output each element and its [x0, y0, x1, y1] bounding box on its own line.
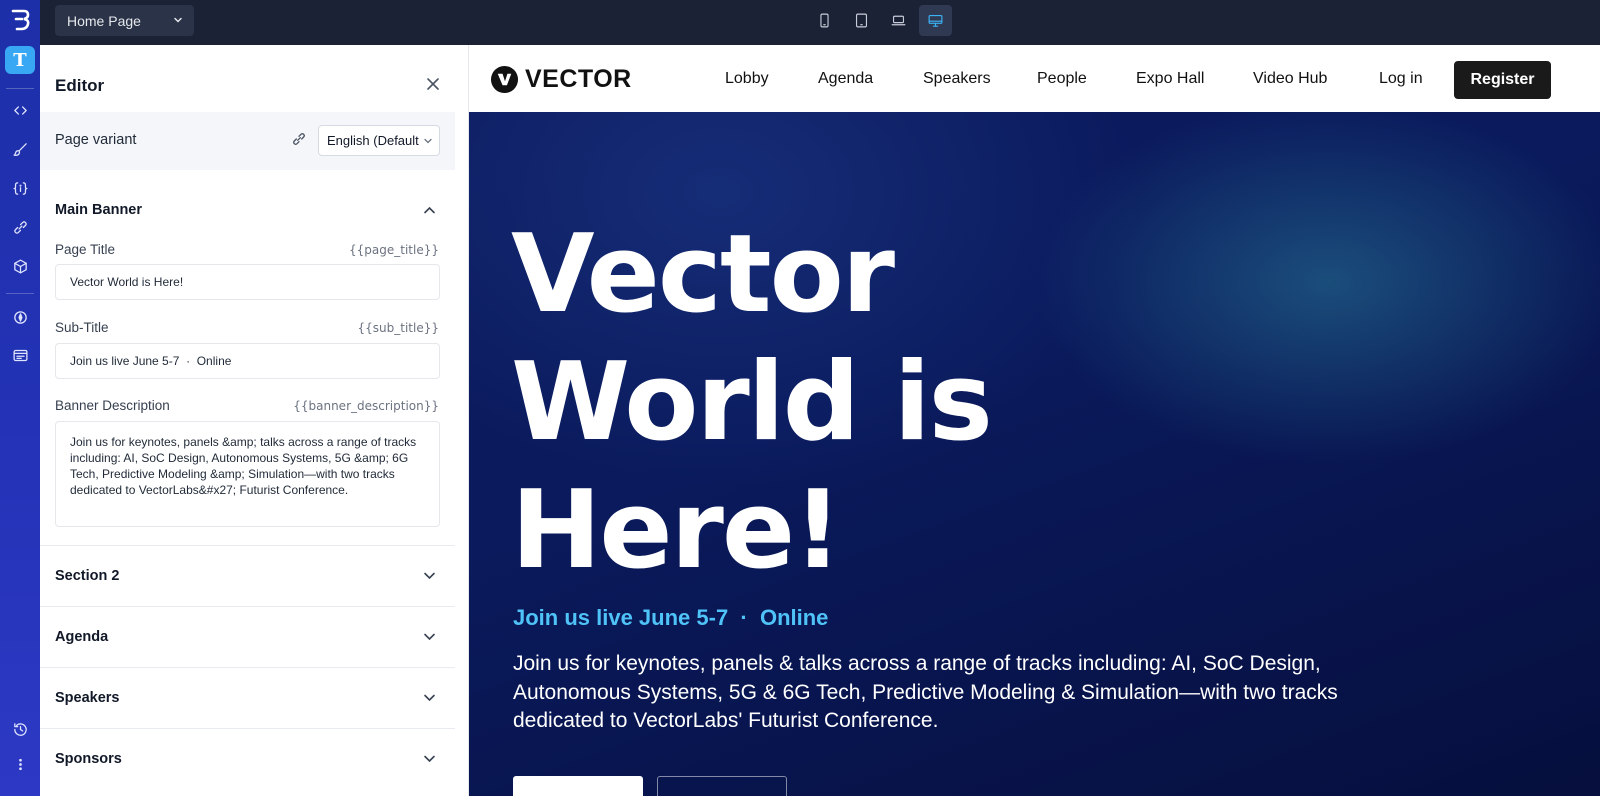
rail-divider: [6, 293, 34, 294]
hero-primary-button[interactable]: [513, 776, 643, 796]
page-title-label: Page Title: [55, 242, 116, 257]
rail-divider: [6, 88, 34, 89]
history-icon[interactable]: [6, 715, 34, 743]
hero-secondary-button[interactable]: [657, 776, 787, 796]
icon-rail: T: [0, 0, 40, 796]
section-agenda[interactable]: Agenda: [55, 629, 108, 645]
hero-description: Join us for keynotes, panels & talks acr…: [513, 652, 1338, 732]
more-options-icon[interactable]: [6, 750, 34, 778]
banner-description-textarea[interactable]: Join us for keynotes, panels &amp; talks…: [55, 421, 440, 527]
hero-subtitle: Join us live June 5-7 · Online: [513, 605, 829, 630]
nav-agenda[interactable]: Agenda: [818, 70, 873, 88]
banner-description-tag: {{banner_description}}: [293, 399, 439, 413]
section-divider: [40, 545, 455, 546]
editor-panel: Editor Page variant English (Default Mai…: [40, 45, 469, 796]
sub-title-tag: {{sub_title}}: [357, 321, 439, 335]
section-divider: [40, 728, 455, 729]
chevron-down-icon[interactable]: [423, 569, 436, 582]
editor-header: Editor: [40, 45, 468, 112]
nav-video-hub[interactable]: Video Hub: [1253, 70, 1327, 88]
page-variant-value: English (Default: [327, 133, 419, 148]
top-bar: Home Page: [40, 0, 1600, 45]
nav-people[interactable]: People: [1037, 70, 1087, 88]
brand-name: VECTOR: [525, 65, 632, 93]
section-speakers[interactable]: Speakers: [55, 690, 120, 706]
hero-banner: Vector World is Here! Join us live June …: [469, 112, 1600, 796]
chevron-down-icon[interactable]: [423, 630, 436, 643]
components-icon[interactable]: [6, 252, 34, 280]
page-variant-label: Page variant: [55, 132, 137, 148]
section-main-banner[interactable]: Main Banner: [55, 202, 142, 218]
tablet-device-icon[interactable]: [845, 5, 878, 36]
sub-title-value: Join us live June 5-7 · Online: [70, 354, 232, 368]
section-2[interactable]: Section 2: [55, 568, 119, 584]
forms-icon[interactable]: [6, 341, 34, 369]
vector-logo-icon: [490, 65, 519, 94]
hero-title: Vector World is Here!: [511, 212, 993, 593]
laptop-device-icon[interactable]: [882, 5, 915, 36]
close-icon[interactable]: [425, 76, 441, 92]
desktop-device-icon[interactable]: [919, 5, 952, 36]
banner-description-value: Join us for keynotes, panels &amp; talks…: [70, 435, 417, 497]
banner-description-label: Banner Description: [55, 398, 170, 413]
link-icon[interactable]: [291, 131, 307, 147]
section-divider: [40, 606, 455, 607]
nav-lobby[interactable]: Lobby: [725, 70, 769, 88]
page-title-input[interactable]: Vector World is Here!: [55, 264, 440, 300]
editor-title: Editor: [55, 76, 105, 95]
page-title-tag: {{page_title}}: [349, 243, 439, 257]
nav-expo-hall[interactable]: Expo Hall: [1136, 70, 1204, 88]
page-variant-row: Page variant English (Default: [40, 112, 455, 170]
page-title-value: Vector World is Here!: [70, 275, 184, 289]
brand[interactable]: VECTOR: [490, 65, 632, 94]
sub-title-input[interactable]: Join us live June 5-7 · Online: [55, 343, 440, 379]
chevron-up-icon[interactable]: [423, 204, 436, 217]
text-tool-icon[interactable]: T: [5, 46, 35, 74]
site-navbar: VECTOR Lobby Agenda Speakers People Expo…: [469, 45, 1600, 112]
device-switcher: [808, 5, 952, 36]
chevron-down-icon: [424, 138, 432, 144]
register-button[interactable]: Register: [1454, 61, 1551, 99]
section-divider: [40, 667, 455, 668]
nav-log-in[interactable]: Log in: [1379, 70, 1423, 88]
chevron-down-icon: [174, 17, 182, 23]
brush-icon[interactable]: [6, 135, 34, 163]
variables-icon[interactable]: [6, 174, 34, 202]
section-sponsors[interactable]: Sponsors: [55, 751, 122, 767]
site-preview: VECTOR Lobby Agenda Speakers People Expo…: [469, 45, 1600, 796]
sub-title-label: Sub-Title: [55, 320, 109, 335]
chevron-down-icon[interactable]: [423, 691, 436, 704]
app-logo-icon[interactable]: [8, 8, 32, 32]
page-selector-label: Home Page: [67, 12, 141, 29]
page-variant-select[interactable]: English (Default: [318, 125, 440, 156]
compass-icon[interactable]: [6, 303, 34, 331]
chevron-down-icon[interactable]: [423, 752, 436, 765]
code-icon[interactable]: [6, 96, 34, 124]
integrations-icon[interactable]: [6, 213, 34, 241]
page-selector[interactable]: Home Page: [55, 5, 194, 36]
mobile-device-icon[interactable]: [808, 5, 841, 36]
nav-speakers[interactable]: Speakers: [923, 70, 991, 88]
